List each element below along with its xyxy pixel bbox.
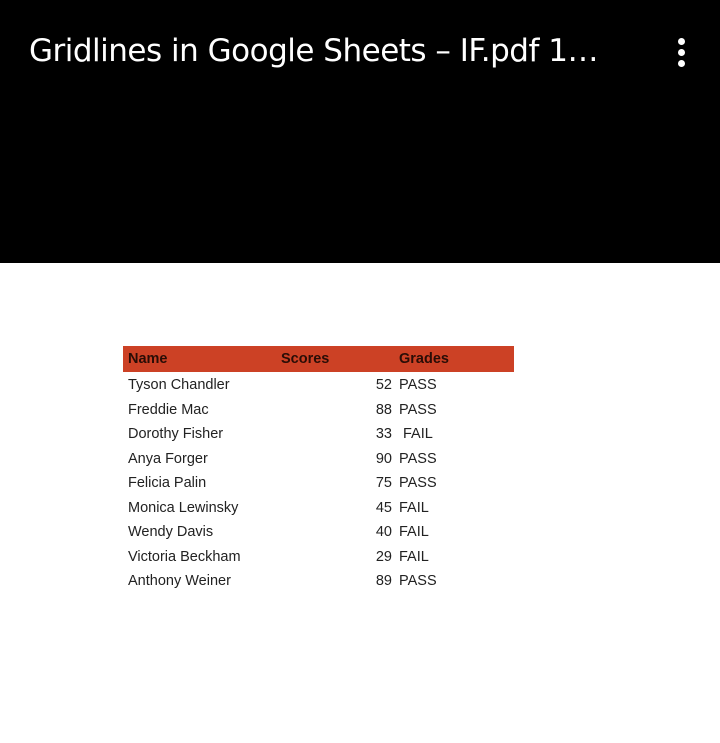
cell-grade: FAIL <box>399 499 429 516</box>
cell-grade: FAIL <box>403 426 433 442</box>
cell-name: Victoria Beckham <box>128 548 241 565</box>
more-vert-icon <box>677 37 685 45</box>
cell-name: Wendy Davis <box>128 524 214 540</box>
cell-grade: PASS <box>399 377 437 393</box>
cell-score: 40 <box>375 524 392 540</box>
cell-name: Tyson Chandler <box>128 377 230 393</box>
table-row: Freddie Mac 88 PASS <box>123 397 514 422</box>
table-header: Name Scores Grades <box>123 346 514 372</box>
more-options-button[interactable] <box>664 32 698 72</box>
cell-name: Monica Lewinsky <box>128 499 239 516</box>
cell-score: 52 <box>375 377 392 393</box>
app-bar: Gridlines in Google Sheets – IF.pdf 1… <box>0 0 720 263</box>
cell-name: Anthony Weiner <box>128 573 231 589</box>
table-row: Monica Lewinsky 45 FAIL <box>123 495 514 520</box>
more-vert-icon-dot <box>677 59 685 67</box>
cell-score: 90 <box>375 450 392 467</box>
cell-grade: PASS <box>399 475 437 491</box>
table-row: Wendy Davis 40 FAIL <box>123 519 514 544</box>
table-row: Anya Forger 90 PASS <box>123 446 514 471</box>
cell-score: 89 <box>375 573 392 589</box>
cell-name: Anya Forger <box>128 450 208 467</box>
column-header-name: Name <box>128 351 168 367</box>
cell-name: Dorothy Fisher <box>128 426 224 442</box>
cell-name: Felicia Palin <box>128 475 207 491</box>
cell-score: 29 <box>375 548 392 565</box>
more-vert-icon-dot <box>677 48 685 56</box>
table-row: Victoria Beckham 29 FAIL <box>123 544 514 569</box>
cell-grade: FAIL <box>399 524 429 540</box>
document-title: Gridlines in Google Sheets – IF.pdf 1… <box>29 33 598 69</box>
table-row: Anthony Weiner 89 PASS <box>123 568 514 593</box>
pdf-page: Name Scores Grades Tyson Chandler 52 PASS F… <box>0 263 720 743</box>
table-row: Tyson Chandler 52 PASS <box>123 372 514 397</box>
cell-grade: PASS <box>399 450 437 467</box>
cell-score: 33 <box>375 426 392 442</box>
cell-grade: FAIL <box>399 548 429 565</box>
cell-score: 45 <box>375 499 392 516</box>
cell-grade: PASS <box>399 573 437 589</box>
column-header-scores: Scores <box>281 351 330 367</box>
cell-name: Freddie Mac <box>128 401 209 418</box>
cell-grade: PASS <box>399 401 437 418</box>
cell-score: 88 <box>375 401 392 418</box>
cell-score: 75 <box>375 475 392 491</box>
grades-table: Name Scores Grades Tyson Chandler 52 PASS F… <box>123 346 514 593</box>
table-row: Dorothy Fisher 33 FAIL <box>123 421 514 446</box>
table-body: Tyson Chandler 52 PASS Freddie Mac 88 PASS Dor… <box>123 372 514 593</box>
column-header-grades: Grades <box>399 351 449 367</box>
table-row: Felicia Palin 75 PASS <box>123 470 514 495</box>
